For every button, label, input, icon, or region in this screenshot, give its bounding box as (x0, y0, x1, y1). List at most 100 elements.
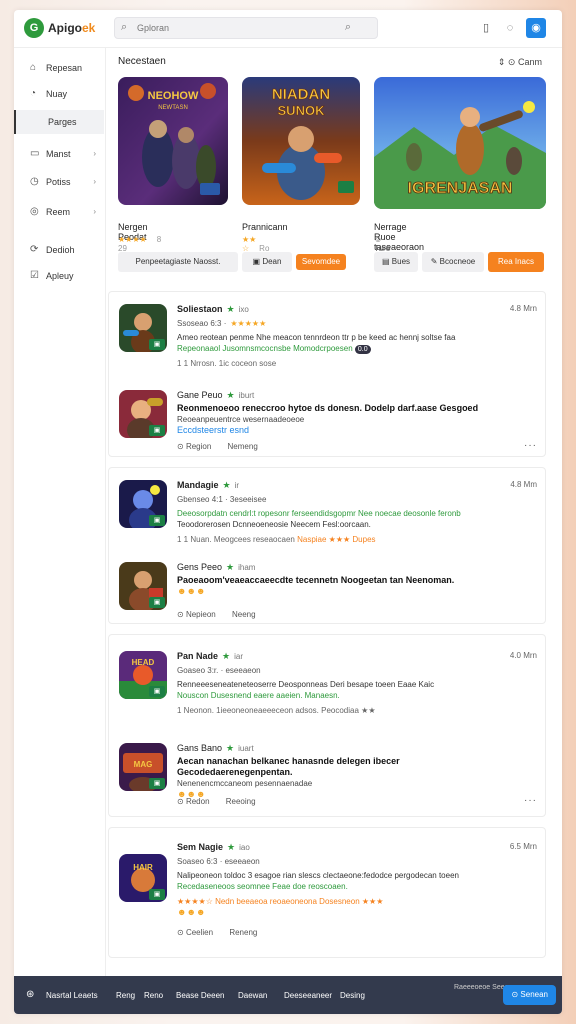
more-options-icon[interactable]: ··· (524, 795, 537, 806)
rating: ★★★★ 8 29 (118, 235, 162, 253)
comment-body: Aecan nanachan belkanec hanasnde delegen… (177, 756, 517, 800)
sort-icon: ⇕ (497, 57, 506, 67)
user-icon[interactable]: ◉ (526, 18, 546, 38)
sidebar-item-2[interactable]: Parges (14, 110, 104, 134)
verified-icon: ★ (226, 743, 235, 753)
post-body: Renneeeseneateneteoserre Deosponneas Der… (177, 680, 435, 715)
footer-link[interactable]: Reno (144, 991, 163, 1000)
post-author: Mandagie (177, 480, 219, 490)
calendar-icon[interactable]: ▯ (478, 20, 494, 36)
game-icon[interactable]: HEAD ▣ (119, 651, 167, 699)
share-action[interactable]: Neeng (232, 610, 256, 619)
game-icon[interactable]: ▣ (119, 304, 167, 352)
list-icon: ▤ (381, 257, 390, 266)
sort-control[interactable]: ⇕ ⊙ Canm (498, 57, 542, 68)
svg-text:SUNOK: SUNOK (278, 103, 326, 118)
post-row: ▣ Mandagie ★ ir 4.8 Mm Gbenseo 4:1 · 3esee… (119, 480, 537, 544)
share-action[interactable]: Reeoing (226, 797, 256, 806)
globe-icon: ⊙ (177, 797, 184, 806)
refresh-icon: ⟳ (30, 244, 39, 255)
comment-row: ▣ Gane Peuo ★ iburt Reonmenoeoo reneccroo … (119, 390, 537, 451)
footer-brand: Nasrtal Leaets (46, 991, 98, 1000)
featured-secondary-button[interactable]: ▣ Dean (242, 252, 292, 272)
post-row: ▣ Soliestaon ★ ixo 4.8 Mrn Ssoseao 6:3 · ★★… (119, 304, 537, 368)
more-options-icon[interactable]: ··· (524, 440, 537, 451)
game-art-image: NIADAN SUNOK (242, 77, 360, 205)
reply-action[interactable]: ⊙ Region (177, 442, 211, 451)
svg-text:HEAD: HEAD (132, 658, 155, 667)
svg-text:NEWTASN: NEWTASN (158, 105, 188, 111)
featured-primary-button[interactable]: Sevomdee (296, 254, 346, 270)
bell-icon[interactable]: ◌ (502, 20, 518, 36)
featured-action-button[interactable]: Penpeetagiaste Naosst. (118, 252, 238, 272)
footer-bar: ⊛ Nasrtal Leaets Reng Reno Bease Deeen D… (14, 976, 562, 1014)
footer-action-button[interactable]: ⊙ Senean (503, 985, 556, 1005)
game-icon[interactable]: ▣ (119, 480, 167, 528)
time-icon: ◷ (30, 176, 39, 187)
post-card[interactable]: HEAD ▣ Pan Nade ★ iar 4.0 Mrn Goaseo 3:r. … (108, 634, 546, 817)
sidebar-item-4[interactable]: ◷ Potiss › (22, 170, 102, 194)
footer-link[interactable]: Desing (340, 991, 365, 1000)
reply-action[interactable]: ⊙ Ceelien (177, 928, 213, 937)
sidebar: ⌂ Repesan ◔ Nuay Parges ▭ Manst › ◷ Potiss › ◎… (14, 48, 106, 976)
post-row: HAIR ▣ Sem Nagie ★ iao 6.5 Mrn Soaseo 6:3 … (119, 842, 537, 952)
featured-primary-button[interactable]: Rea Inacs (488, 252, 544, 272)
reply-action[interactable]: ⊙ Nepieon (177, 610, 216, 619)
verified-icon: ★ (222, 480, 231, 490)
game-badge: ▣ (149, 515, 165, 526)
reply-action[interactable]: ⊙ Redon (177, 797, 210, 806)
sidebar-item-7[interactable]: ☑ Apleuy (22, 264, 102, 288)
game-badge: ▣ (149, 425, 165, 436)
comment-author: Gans Bano (177, 743, 223, 753)
game-icon[interactable]: ▣ (119, 390, 167, 438)
post-body: Deeosorpdatn cendrl:t ropesonr ferseendi… (177, 509, 461, 544)
svg-text:NIADAN: NIADAN (272, 86, 330, 103)
verified-icon: ★ (226, 562, 235, 572)
comment-body: Reonmenoeoo reneccroo hytoe ds donesn. D… (177, 403, 479, 435)
emoji-reactions: ☻☻☻ (177, 907, 206, 917)
checkbox-icon: ☑ (30, 270, 39, 281)
game-art-1[interactable]: NEOHOW NEWTASN (118, 77, 228, 205)
bookmark-icon: ▣ (252, 257, 261, 266)
sidebar-item-0[interactable]: ⌂ Repesan (22, 56, 102, 80)
game-icon[interactable]: MAG ▣ (119, 743, 167, 791)
featured-button-b[interactable]: ✎ Bcocneoe (422, 252, 484, 272)
section-title: Necestaen (118, 56, 166, 67)
footer-link[interactable]: Deeseeaneer (284, 991, 332, 1000)
sidebar-item-3[interactable]: ▭ Manst › (22, 142, 102, 166)
comment-body: Paoeaoom'veaeaccaeecdte tecennetn Noogee… (177, 575, 517, 597)
footer-link[interactable]: Bease Deeen (176, 991, 224, 1000)
game-icon[interactable]: ▣ (119, 562, 167, 610)
sidebar-item-5[interactable]: ◎ Reem › (22, 200, 102, 224)
featured-button-a[interactable]: ▤ Bues (374, 252, 418, 272)
post-card[interactable]: HAIR ▣ Sem Nagie ★ iao 6.5 Mrn Soaseo 6:3 … (108, 827, 546, 958)
globe-icon: ⊙ (511, 990, 519, 999)
footer-link[interactable]: Reng (116, 991, 135, 1000)
game-art-3[interactable]: IGRENJASAN (374, 77, 546, 209)
settings-icon[interactable]: ⊛ (26, 989, 34, 1000)
footer-link[interactable]: Daewan (238, 991, 267, 1000)
chevron-right-icon: › (93, 177, 96, 186)
search-bar[interactable]: ⌕ ⌕ (114, 17, 378, 39)
post-card[interactable]: ▣ Soliestaon ★ ixo 4.8 Mrn Ssoseao 6:3 · ★★… (108, 291, 546, 457)
share-action[interactable]: Nemeng (228, 442, 258, 451)
post-card[interactable]: ▣ Mandagie ★ ir 4.8 Mm Gbenseo 4:1 · 3esee… (108, 467, 546, 624)
search-input[interactable] (137, 21, 337, 35)
sidebar-item-1[interactable]: ◔ Nuay (22, 82, 102, 106)
game-icon[interactable]: HAIR ▣ (119, 854, 167, 902)
app-window: G Apigoek ⌕ ⌕ ▯ ◌ ◉ ⌂Repesan ◔Nuay Parge… (14, 10, 562, 1014)
emoji-reactions: ☻☻☻ (177, 586, 206, 596)
sidebar-item-6[interactable]: ⟳ Dedioh (22, 238, 102, 262)
game-badge: ▣ (149, 597, 165, 608)
post-row: HEAD ▣ Pan Nade ★ iar 4.0 Mrn Goaseo 3:r. … (119, 651, 537, 715)
search-submit-icon[interactable]: ⌕ (345, 21, 351, 34)
svg-text:IGRENJASAN: IGRENJASAN (408, 180, 513, 197)
comment-author: Gane Peuo (177, 390, 223, 400)
globe-icon: ⊙ (507, 57, 516, 67)
game-art-2[interactable]: NIADAN SUNOK (242, 77, 360, 205)
logo-text[interactable]: Apigoek (48, 21, 95, 35)
post-time: 4.8 Mrn (509, 304, 537, 313)
share-action[interactable]: Reneng (229, 928, 257, 937)
top-header: G Apigoek ⌕ ⌕ ▯ ◌ ◉ (14, 10, 562, 48)
verified-icon: ★ (222, 651, 231, 661)
